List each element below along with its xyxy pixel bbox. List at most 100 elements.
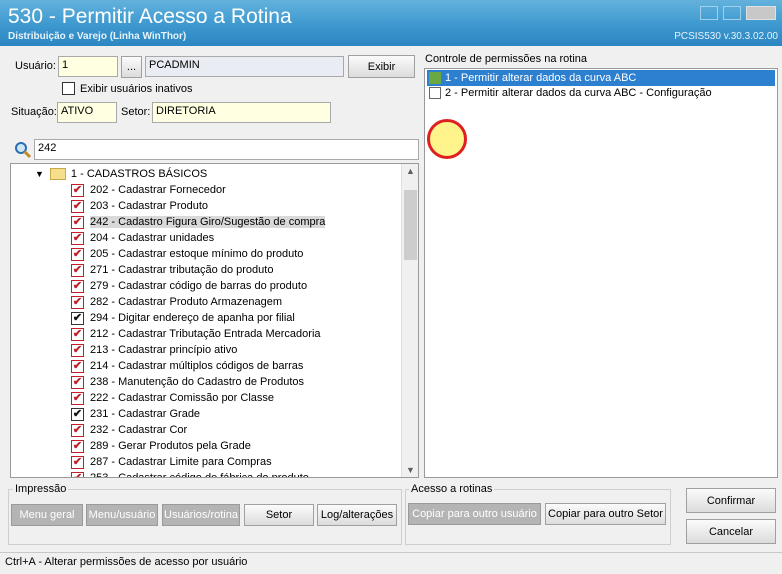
tree-item-label: 202 - Cadastrar Fornecedor <box>90 184 226 196</box>
scroll-thumb[interactable] <box>404 190 417 260</box>
tree-item-checkbox[interactable]: ✔ <box>71 311 84 325</box>
window-subtitle: Distribuição e Varejo (Linha WinThor) <box>8 31 187 42</box>
tree-item[interactable]: ✔ 287 - Cadastrar Limite para Compras <box>71 454 272 470</box>
exibir-button[interactable]: Exibir <box>348 55 415 78</box>
permission-checkbox[interactable] <box>429 87 441 99</box>
tree-item-checkbox[interactable]: ✔ <box>71 247 84 261</box>
tree-item-checkbox[interactable]: ✔ <box>71 343 84 357</box>
inativos-checkbox[interactable] <box>62 82 75 95</box>
scroll-down-icon[interactable]: ▼ <box>406 465 415 475</box>
tree-item[interactable]: ✔ 213 - Cadastrar princípio ativo <box>71 342 237 358</box>
tree-item-label: 232 - Cadastrar Cor <box>90 424 188 436</box>
version-label: PCSIS530 v.30.3.02.00 <box>674 31 778 42</box>
tree-item-label: 271 - Cadastrar tributação do produto <box>90 264 274 276</box>
rotinas-tree[interactable]: ▼ 1 - CADASTROS BÁSICOS ✔ 202 - Cadastrar… <box>10 163 419 478</box>
window-title: 530 - Permitir Acesso a Rotina <box>8 5 292 28</box>
tree-item[interactable]: ✔ 289 - Gerar Produtos pela Grade <box>71 438 251 454</box>
tree-item-label: 222 - Cadastrar Comissão por Classe <box>90 392 275 404</box>
tree-item-label: 205 - Cadastrar estoque mínimo do produt… <box>90 248 304 260</box>
tree-item-checkbox[interactable]: ✔ <box>71 471 84 477</box>
tree-item[interactable]: ✔ 205 - Cadastrar estoque mínimo do produ… <box>71 246 303 262</box>
copiar-setor-button[interactable]: Copiar para outro Setor <box>545 503 666 525</box>
situacao-field[interactable]: ATIVO <box>57 102 117 123</box>
tree-item-label: 213 - Cadastrar princípio ativo <box>90 344 238 356</box>
tree-item[interactable]: ✔ 279 - Cadastrar código de barras do pro… <box>71 278 307 294</box>
tree-item-label: 204 - Cadastrar unidades <box>90 232 215 244</box>
permission-checkbox[interactable] <box>429 72 441 84</box>
tree-item-checkbox[interactable]: ✔ <box>71 423 84 437</box>
tree-item-checkbox[interactable]: ✔ <box>71 295 84 309</box>
usuario-name-field: PCADMIN <box>145 56 344 77</box>
cancelar-button[interactable]: Cancelar <box>686 519 776 544</box>
tree-item-label: 212 - Cadastrar Tributação Entrada Merca… <box>90 328 321 340</box>
tree-item-label: 279 - Cadastrar código de barras do prod… <box>90 280 308 292</box>
tree-item[interactable]: ✔ 253 - Cadastrar código de fábrica do pr… <box>71 470 309 478</box>
confirmar-button[interactable]: Confirmar <box>686 488 776 513</box>
tree-item[interactable]: ✔ 231 - Cadastrar Grade <box>71 406 200 422</box>
permissions-list: 1 - Permitir alterar dados da curva ABC … <box>424 68 778 478</box>
acesso-title: Acesso a rotinas <box>409 483 495 495</box>
tree-item[interactable]: ✔ 232 - Cadastrar Cor <box>71 422 187 438</box>
tree-item[interactable]: ✔ 238 - Manutenção do Cadastro de Produto… <box>71 374 304 390</box>
tree-item-checkbox[interactable]: ✔ <box>71 455 84 469</box>
tree-item-checkbox[interactable]: ✔ <box>71 439 84 453</box>
permission-item[interactable]: 2 - Permitir alterar dados da curva ABC … <box>429 85 712 101</box>
tree-item-label: 242 - Cadastro Figura Giro/Sugestão de c… <box>90 216 326 228</box>
usuario-lookup-button[interactable]: ... <box>121 56 142 78</box>
tree-item-checkbox[interactable]: ✔ <box>71 183 84 197</box>
situacao-label: Situação: <box>11 106 57 118</box>
permission-label: 2 - Permitir alterar dados da curva ABC … <box>445 87 712 99</box>
tree-item-checkbox[interactable]: ✔ <box>71 327 84 341</box>
click-highlight <box>427 119 467 159</box>
maximize-icon[interactable] <box>723 6 741 20</box>
tree-item-label: 231 - Cadastrar Grade <box>90 408 201 420</box>
tree-item-checkbox[interactable]: ✔ <box>71 215 84 229</box>
tree-item[interactable]: ✔ 242 - Cadastro Figura Giro/Sugestão de … <box>71 214 326 230</box>
tree-item-checkbox[interactable]: ✔ <box>71 199 84 213</box>
copiar-usuario-button[interactable]: Copiar para outro usuário <box>408 503 541 525</box>
scroll-up-icon[interactable]: ▲ <box>406 166 415 176</box>
tree-scrollbar[interactable]: ▲ ▼ <box>401 164 418 477</box>
tree-item[interactable]: ✔ 212 - Cadastrar Tributação Entrada Merc… <box>71 326 321 342</box>
log-alteracoes-button[interactable]: Log/alterações <box>317 504 397 526</box>
tree-item[interactable]: ✔ 294 - Digitar endereço de apanha por fi… <box>71 310 295 326</box>
tree-item[interactable]: ✔ 204 - Cadastrar unidades <box>71 230 214 246</box>
tree-item[interactable]: ✔ 203 - Cadastrar Produto <box>71 198 208 214</box>
tree-root-label: 1 - CADASTROS BÁSICOS <box>70 168 208 180</box>
folder-icon <box>49 168 66 180</box>
search-input[interactable]: 242 <box>34 139 419 160</box>
tree-item[interactable]: ✔ 202 - Cadastrar Fornecedor <box>71 182 226 198</box>
usuario-label: Usuário: <box>15 60 56 72</box>
tree-item[interactable]: ✔ 222 - Cadastrar Comissão por Classe <box>71 390 274 406</box>
setor-label: Setor: <box>121 106 151 118</box>
permissions-title: Controle de permissões na rotina <box>425 53 588 65</box>
menu-geral-button[interactable]: Menu geral <box>11 504 83 526</box>
tree-item-label: 203 - Cadastrar Produto <box>90 200 209 212</box>
tree-item[interactable]: ✔ 214 - Cadastrar múltiplos códigos de ba… <box>71 358 303 374</box>
tree-item-label: 294 - Digitar endereço de apanha por fil… <box>90 312 295 324</box>
tree-item-checkbox[interactable]: ✔ <box>71 375 84 389</box>
main-area: Usuário: 1 ... PCADMIN Exibir Exibir usu… <box>0 46 782 552</box>
usuario-code-field[interactable]: 1 <box>58 56 118 77</box>
setor-field[interactable]: DIRETORIA <box>152 102 331 123</box>
setor-button[interactable]: Setor <box>244 504 314 526</box>
tree-root[interactable]: ▼ 1 - CADASTROS BÁSICOS <box>35 166 207 182</box>
permission-item[interactable]: 1 - Permitir alterar dados da curva ABC <box>427 70 775 86</box>
tree-item[interactable]: ✔ 282 - Cadastrar Produto Armazenagem <box>71 294 282 310</box>
minimize-icon[interactable] <box>700 6 718 20</box>
tree-item[interactable]: ✔ 271 - Cadastrar tributação do produto <box>71 262 273 278</box>
tree-item-label: 253 - Cadastrar código de fábrica do pro… <box>90 472 309 478</box>
close-icon[interactable] <box>746 6 776 20</box>
tree-item-checkbox[interactable]: ✔ <box>71 263 84 277</box>
tree-item-label: 287 - Cadastrar Limite para Compras <box>90 456 272 468</box>
tree-item-checkbox[interactable]: ✔ <box>71 391 84 405</box>
tree-item-label: 214 - Cadastrar múltiplos códigos de bar… <box>90 360 304 372</box>
tree-item-checkbox[interactable]: ✔ <box>71 231 84 245</box>
title-bar: 530 - Permitir Acesso a Rotina Distribui… <box>0 0 782 46</box>
usuarios-rotina-button[interactable]: Usuários/rotina <box>162 504 240 526</box>
menu-usuario-button[interactable]: Menu/usuário <box>86 504 158 526</box>
chevron-down-icon[interactable]: ▼ <box>35 169 44 179</box>
tree-item-checkbox[interactable]: ✔ <box>71 407 84 421</box>
tree-item-checkbox[interactable]: ✔ <box>71 359 84 373</box>
tree-item-checkbox[interactable]: ✔ <box>71 279 84 293</box>
